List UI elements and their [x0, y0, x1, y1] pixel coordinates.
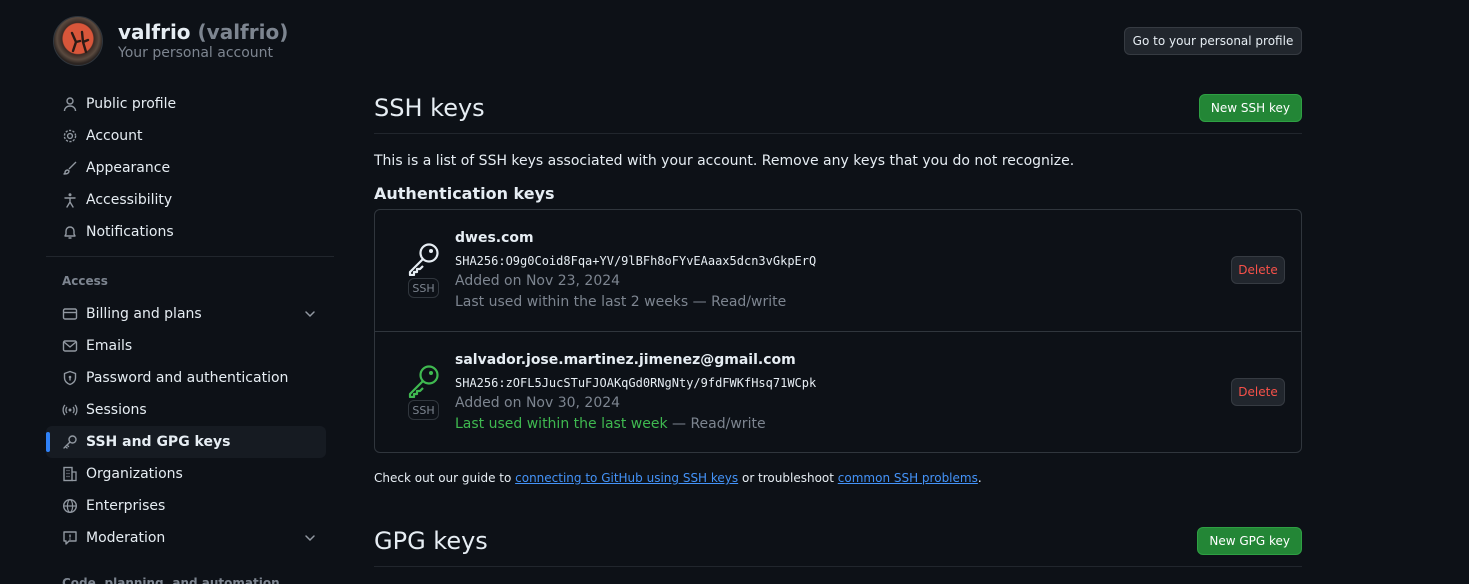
sidebar-item-ssh-gpg-keys[interactable]: SSH and GPG keys [46, 426, 326, 458]
globe-icon [62, 498, 78, 514]
avatar-figure-icon [70, 30, 90, 54]
gpg-title: GPG keys [374, 527, 488, 555]
ssh-guide-text: Check out our guide to connecting to Git… [374, 471, 1302, 485]
sidebar-item-enterprises[interactable]: Enterprises [46, 490, 326, 522]
gear-icon [63, 129, 77, 143]
sidebar-item-password-auth[interactable]: Password and authentication [46, 362, 326, 394]
sidebar-item-label: Accessibility [86, 192, 173, 208]
ssh-description: This is a list of SSH keys associated wi… [374, 153, 1075, 169]
key-title: dwes.com [455, 230, 534, 246]
key-last-used: Last used within the last week — Read/wr… [455, 416, 766, 432]
sidebar-item-label: Organizations [86, 466, 183, 482]
key-title: salvador.jose.martinez.jimenez@gmail.com [455, 352, 796, 368]
sidebar-divider [46, 256, 334, 257]
credit-card-icon [62, 308, 78, 320]
sidebar-item-moderation[interactable]: Moderation [46, 522, 326, 554]
sidebar-item-sessions[interactable]: Sessions [46, 394, 326, 426]
account-subtitle: Your personal account [118, 45, 274, 61]
chevron-down-icon[interactable] [302, 530, 318, 546]
mail-icon [62, 340, 78, 352]
person-icon [63, 97, 77, 112]
sidebar-item-label: Moderation [86, 530, 166, 546]
sidebar-item-label: Password and authentication [86, 370, 289, 386]
ssh-type-label: SSH [408, 400, 439, 420]
account-header: valfrio (valfrio) Your personal account … [53, 16, 1302, 68]
sidebar-item-billing[interactable]: Billing and plans [46, 298, 326, 330]
key-last-used-text: Last used within the last 2 weeks [455, 294, 689, 310]
ssh-guide-link[interactable]: connecting to GitHub using SSH keys [515, 471, 738, 485]
key-icon [408, 243, 439, 276]
paintbrush-icon [63, 161, 77, 175]
sidebar-item-public-profile[interactable]: Public profile [46, 88, 326, 120]
ssh-key-row: SSH salvador.jose.martinez.jimenez@gmail… [375, 331, 1301, 452]
guide-mid: or troubleshoot [738, 471, 838, 485]
ssh-keys-header: SSH keys New SSH key [374, 88, 1302, 134]
ssh-problems-link[interactable]: common SSH problems [838, 471, 978, 485]
report-icon [63, 531, 77, 545]
shield-lock-icon [63, 370, 77, 386]
sidebar-item-label: Appearance [86, 160, 171, 176]
sidebar-item-label: Sessions [86, 402, 147, 418]
ssh-keys-main: SSH keys New SSH key This is a list of S… [374, 88, 1302, 567]
key-added-date: Added on Nov 30, 2024 [455, 395, 621, 411]
key-added-date: Added on Nov 23, 2024 [455, 273, 621, 289]
sidebar-item-label: SSH and GPG keys [86, 434, 231, 450]
guide-suffix: . [977, 471, 982, 485]
broadcast-icon [62, 404, 78, 416]
accessibility-icon [64, 193, 76, 208]
key-fingerprint: SHA256:O9g0Coid8Fqa+YV/9lBFh8oFYvEAaax5d… [455, 254, 817, 268]
sidebar-item-notifications[interactable]: Notifications [46, 216, 326, 248]
key-last-used-text: Last used within the last week [455, 416, 668, 432]
ssh-key-list: SSH dwes.com SHA256:O9g0Coid8Fqa+YV/9lBF… [374, 209, 1302, 453]
delete-key-button[interactable]: Delete [1231, 378, 1285, 406]
account-login: (valfrio) [197, 20, 289, 44]
account-name: valfrio (valfrio) [118, 20, 288, 44]
key-access: — Read/write [688, 294, 787, 310]
settings-sidebar: Public profile Account Appearance Access… [46, 88, 334, 584]
go-to-profile-button[interactable]: Go to your personal profile [1124, 27, 1302, 55]
organization-icon [63, 466, 77, 482]
key-last-used: Last used within the last 2 weeks — Read… [455, 294, 786, 310]
sidebar-heading-access: Access [62, 274, 108, 288]
key-access: — Read/write [667, 416, 766, 432]
sidebar-item-label: Emails [86, 338, 133, 354]
sidebar-item-label: Account [86, 128, 143, 144]
sidebar-heading-code-planning: Code, planning, and automation [62, 576, 280, 584]
new-ssh-key-button[interactable]: New SSH key [1198, 94, 1302, 122]
account-display-name: valfrio [118, 20, 191, 44]
page-title: SSH keys [374, 94, 485, 122]
sidebar-item-emails[interactable]: Emails [46, 330, 326, 362]
sidebar-item-accessibility[interactable]: Accessibility [46, 184, 326, 216]
sidebar-item-label: Public profile [86, 96, 177, 112]
key-fingerprint: SHA256:zOFL5JucSTuFJOAKqGd0RNgNty/9fdFWK… [455, 376, 817, 390]
avatar[interactable] [53, 16, 103, 66]
ssh-key-row: SSH dwes.com SHA256:O9g0Coid8Fqa+YV/9lBF… [375, 210, 1301, 331]
guide-prefix: Check out our guide to [374, 471, 516, 485]
sidebar-item-label: Billing and plans [86, 306, 202, 322]
key-icon [63, 435, 77, 449]
delete-key-button[interactable]: Delete [1231, 256, 1285, 284]
new-gpg-key-button[interactable]: New GPG key [1197, 527, 1302, 555]
sidebar-item-appearance[interactable]: Appearance [46, 152, 326, 184]
ssh-type-label: SSH [408, 278, 439, 298]
sidebar-item-account[interactable]: Account [46, 120, 326, 152]
chevron-down-icon[interactable] [302, 306, 318, 322]
gpg-keys-header: GPG keys New GPG key [374, 521, 1302, 567]
sidebar-item-label: Notifications [86, 224, 174, 240]
sidebar-item-label: Enterprises [86, 498, 166, 514]
sidebar-item-organizations[interactable]: Organizations [46, 458, 326, 490]
key-icon [408, 365, 439, 398]
bell-icon [64, 226, 76, 239]
authentication-keys-title: Authentication keys [374, 184, 555, 203]
